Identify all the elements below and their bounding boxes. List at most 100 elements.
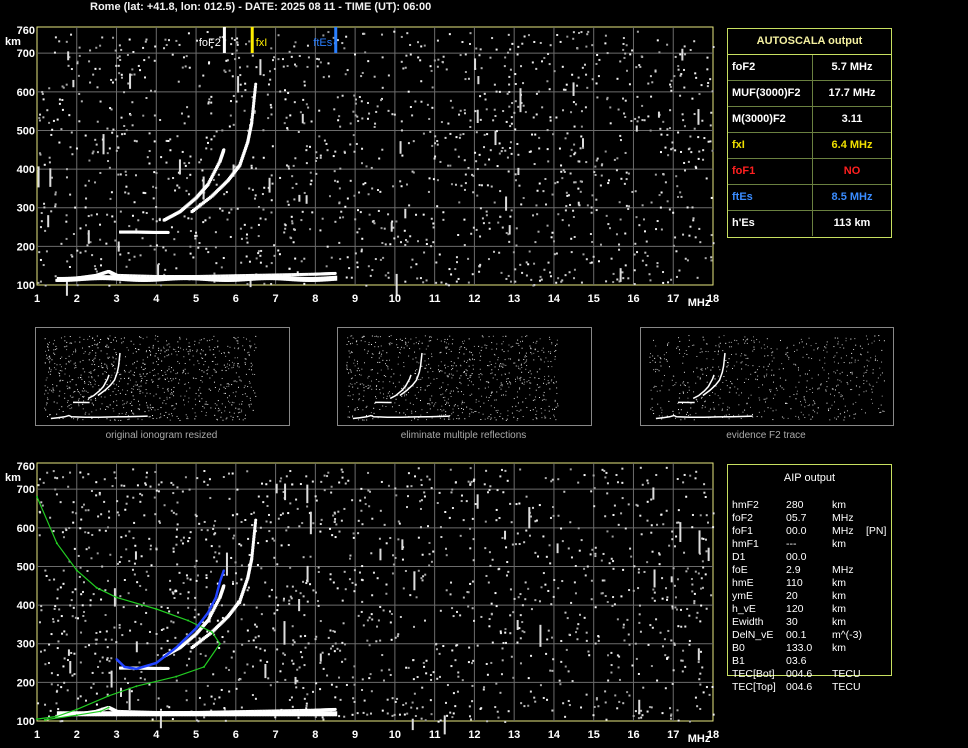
noise-pixel: [290, 215, 293, 218]
noise-pixel: [432, 222, 435, 225]
thumb-noise: [89, 335, 91, 337]
thumb-noise: [138, 386, 140, 388]
noise-pixel: [686, 607, 689, 610]
thumb-noise: [520, 363, 522, 365]
thumb-noise: [368, 387, 370, 389]
thumb-noise: [692, 371, 694, 373]
thumb-noise: [445, 414, 447, 416]
thumb-noise: [728, 358, 730, 360]
noise-pixel: [267, 677, 270, 680]
noise-pixel: [399, 180, 402, 183]
noise-pixel: [646, 561, 649, 564]
thumb-noise: [68, 386, 70, 388]
noise-pixel: [187, 217, 190, 220]
thumb-noise: [204, 360, 206, 362]
thumb-noise: [99, 341, 101, 343]
thumb-noise: [139, 404, 141, 406]
noise-pixel: [548, 88, 551, 91]
noise-pixel: [582, 253, 585, 256]
thumb-noise: [231, 384, 233, 386]
noise-pixel: [353, 700, 356, 703]
noise-pixel: [70, 131, 73, 134]
thumb-noise: [879, 412, 881, 414]
noise-pixel: [104, 529, 107, 532]
noise-pixel: [208, 216, 211, 219]
thumb-noise: [544, 417, 546, 419]
noise-pixel: [59, 720, 62, 723]
noise-pixel: [548, 63, 551, 66]
thumb-noise: [424, 353, 426, 355]
thumb-noise: [194, 344, 196, 346]
noise-pixel: [363, 496, 366, 499]
noise-pixel: [153, 114, 156, 117]
noise-pixel: [479, 118, 482, 121]
noise-pixel: [479, 263, 482, 266]
thumb-noise: [377, 346, 379, 348]
thumb-noise: [125, 412, 127, 414]
thumb-noise: [541, 399, 543, 401]
noise-pixel: [460, 184, 463, 187]
thumb-noise: [139, 373, 141, 375]
noise-pixel: [96, 86, 99, 89]
noise-pixel: [143, 514, 146, 517]
noise-pixel: [634, 117, 637, 120]
noise-pixel: [113, 220, 116, 223]
thumb-noise: [132, 388, 134, 390]
noise-pixel: [238, 56, 241, 59]
thumb-noise: [817, 347, 819, 349]
noise-pixel: [487, 491, 490, 494]
thumb-noise: [735, 392, 737, 394]
noise-pixel: [257, 250, 260, 253]
thumb-noise: [411, 419, 413, 421]
thumb-noise: [775, 409, 777, 411]
thumb-noise: [226, 417, 228, 419]
thumb-noise: [844, 411, 846, 413]
noise-pixel: [56, 647, 59, 650]
thumb-noise: [348, 391, 350, 393]
noise-pixel: [422, 132, 425, 135]
thumbnail-eliminate[interactable]: [337, 327, 592, 426]
thumbnail-original[interactable]: [35, 327, 290, 426]
noise-pixel: [420, 80, 423, 83]
noise-pixel: [422, 213, 425, 216]
thumb-noise: [756, 339, 758, 341]
thumb-noise: [795, 415, 797, 417]
thumb-noise: [62, 417, 64, 419]
thumb-noise: [208, 388, 210, 390]
noise-pixel: [509, 588, 512, 591]
thumb-noise: [737, 388, 739, 390]
noise-pixel: [387, 213, 390, 216]
thumb-noise: [687, 397, 689, 399]
thumb-noise: [379, 389, 381, 391]
thumb-noise: [683, 371, 685, 373]
thumbnail-evidence[interactable]: [640, 327, 894, 426]
noise-pixel: [567, 699, 570, 702]
noise-pixel: [309, 171, 312, 174]
noise-pixel: [543, 56, 546, 59]
noise-pixel: [69, 193, 72, 196]
thumb-noise: [861, 408, 863, 410]
thumb-noise: [472, 368, 474, 370]
thumb-noise: [448, 417, 450, 419]
noise-pixel: [573, 153, 576, 156]
noise-pixel: [589, 233, 592, 236]
noise-pixel: [593, 171, 596, 174]
noise-pixel: [660, 191, 663, 194]
noise-pixel: [597, 705, 600, 708]
noise-pixel: [260, 249, 263, 252]
thumb-noise: [522, 401, 524, 403]
thumb-noise: [441, 410, 443, 412]
thumb-noise: [133, 371, 135, 373]
noise-pixel: [680, 625, 683, 628]
thumb-noise: [49, 362, 51, 364]
thumb-noise: [507, 415, 509, 417]
noise-pixel: [671, 147, 674, 150]
thumb-noise: [745, 354, 747, 356]
trace-point: [296, 273, 300, 277]
noise-pixel: [49, 709, 52, 712]
noise-pixel: [163, 47, 166, 50]
thumb-noise: [545, 399, 547, 401]
thumb-noise: [812, 387, 814, 389]
noise-pixel: [331, 645, 334, 648]
thumb-noise: [883, 340, 885, 342]
